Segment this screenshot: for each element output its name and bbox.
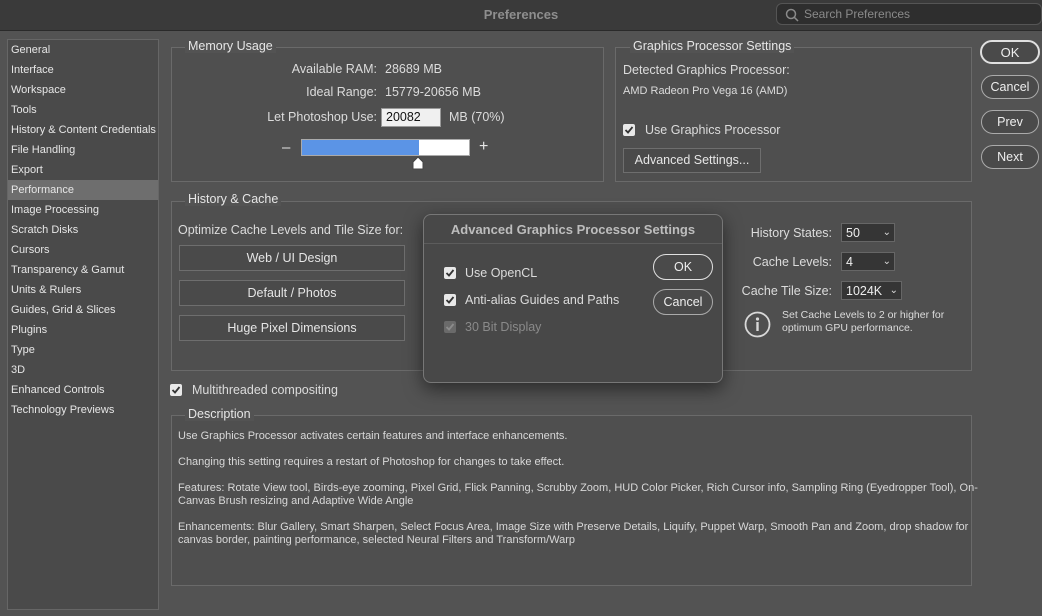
chevron-down-icon: ⌄ (882, 256, 891, 267)
ideal-range-label: Ideal Range: (306, 85, 377, 99)
description-label: Description (185, 407, 254, 421)
dialog-title: Advanced Graphics Processor Settings (450, 222, 696, 237)
history-states-value: 50 (846, 226, 860, 240)
sidebar-item-3d[interactable]: 3D (8, 360, 158, 380)
memory-slider-thumb[interactable] (412, 156, 424, 175)
use-opencl-checkbox[interactable] (444, 267, 456, 279)
sidebar-item-performance[interactable]: Performance (8, 180, 158, 200)
info-icon (744, 311, 771, 343)
antialias-label: Anti-alias Guides and Paths (465, 293, 620, 307)
sidebar-item-cursors[interactable]: Cursors (8, 240, 158, 260)
ok-button[interactable]: OK (980, 40, 1040, 64)
cache-info-line-1: Set Cache Levels to 2 or higher for (782, 309, 945, 321)
30-bit-display-label: 30 Bit Display (465, 320, 542, 334)
dialog-cancel-button[interactable]: Cancel (653, 289, 713, 315)
cache-info-line-2: optimum GPU performance. (782, 322, 913, 334)
sidebar-item-tools[interactable]: Tools (8, 100, 158, 120)
sidebar-item-interface[interactable]: Interface (8, 60, 158, 80)
sidebar-item-history[interactable]: History & Content Credentials (8, 120, 158, 140)
cache-levels-value: 4 (846, 255, 853, 269)
detected-gpu-value: AMD Radeon Pro Vega 16 (AMD) (623, 85, 788, 97)
memory-percent-label: MB (70%) (449, 110, 505, 124)
sidebar-item-transparency[interactable]: Transparency & Gamut (8, 260, 158, 280)
use-opencl-label: Use OpenCL (465, 266, 538, 280)
huge-pixel-dimensions-button[interactable]: Huge Pixel Dimensions (179, 315, 405, 341)
cache-tile-size-select[interactable]: 1024K ⌄ (841, 281, 902, 300)
memory-slider-track[interactable] (301, 139, 470, 156)
description-features-line-2: Canvas Brush resizing and Adaptive Wide … (178, 495, 414, 507)
history-cache-label: History & Cache (185, 192, 282, 206)
sidebar-item-file-handling[interactable]: File Handling (8, 140, 158, 160)
multithreaded-checkbox[interactable] (170, 384, 182, 396)
graphics-processor-label: Graphics Processor Settings (630, 39, 795, 53)
dialog-ok-button[interactable]: OK (653, 254, 713, 280)
description-paragraph-1: Use Graphics Processor activates certain… (178, 430, 568, 442)
ideal-range-value: 15779-20656 MB (385, 85, 481, 99)
memory-amount-input[interactable]: 20082 (381, 108, 441, 127)
description-paragraph-2: Changing this setting requires a restart… (178, 456, 565, 468)
sidebar-item-technology-previews[interactable]: Technology Previews (8, 400, 158, 420)
use-gpu-label: Use Graphics Processor (645, 123, 781, 137)
cache-levels-select[interactable]: 4 ⌄ (841, 252, 895, 271)
sidebar-item-plugins[interactable]: Plugins (8, 320, 158, 340)
next-button[interactable]: Next (981, 145, 1039, 169)
preferences-sidebar: General Interface Workspace Tools Histor… (7, 39, 159, 610)
cache-tile-size-value: 1024K (846, 284, 883, 298)
multithreaded-label: Multithreaded compositing (192, 383, 338, 397)
sidebar-item-export[interactable]: Export (8, 160, 158, 180)
advanced-settings-button[interactable]: Advanced Settings... (623, 148, 761, 173)
search-icon (785, 8, 799, 22)
chevron-down-icon: ⌄ (889, 285, 898, 296)
default-photos-button[interactable]: Default / Photos (179, 280, 405, 306)
memory-decrease-button[interactable]: – (282, 139, 290, 156)
cancel-button[interactable]: Cancel (981, 75, 1039, 99)
description-enhancements-line-2: canvas border, painting performance, sel… (178, 534, 575, 546)
30-bit-display-checkbox[interactable] (444, 321, 456, 333)
antialias-checkbox[interactable] (444, 294, 456, 306)
use-gpu-checkbox[interactable] (623, 124, 635, 136)
sidebar-item-workspace[interactable]: Workspace (8, 80, 158, 100)
memory-increase-button[interactable]: + (479, 138, 488, 156)
available-ram-value: 28689 MB (385, 62, 442, 76)
detected-gpu-label: Detected Graphics Processor: (623, 63, 790, 77)
sidebar-item-enhanced-controls[interactable]: Enhanced Controls (8, 380, 158, 400)
sidebar-item-image-processing[interactable]: Image Processing (8, 200, 158, 220)
sidebar-item-general[interactable]: General (8, 40, 158, 60)
history-states-select[interactable]: 50 ⌄ (841, 223, 895, 242)
web-ui-design-button[interactable]: Web / UI Design (179, 245, 405, 271)
sidebar-item-guides-grid[interactable]: Guides, Grid & Slices (8, 300, 158, 320)
description-features-line-1: Features: Rotate View tool, Birds-eye zo… (178, 482, 978, 494)
cache-levels-label: Cache Levels: (752, 255, 832, 269)
available-ram-label: Available RAM: (291, 62, 377, 76)
sidebar-item-scratch-disks[interactable]: Scratch Disks (8, 220, 158, 240)
memory-usage-label: Memory Usage (185, 39, 276, 53)
memory-slider-fill (302, 140, 419, 155)
sidebar-item-units-rulers[interactable]: Units & Rulers (8, 280, 158, 300)
cache-tile-size-label: Cache Tile Size: (741, 284, 832, 298)
search-preferences-input[interactable]: Search Preferences (776, 3, 1042, 25)
description-enhancements-line-1: Enhancements: Blur Gallery, Smart Sharpe… (178, 521, 969, 533)
history-states-label: History States: (750, 226, 832, 240)
optimize-cache-label: Optimize Cache Levels and Tile Size for: (178, 223, 404, 237)
let-photoshop-use-label: Let Photoshop Use: (267, 110, 377, 124)
chevron-down-icon: ⌄ (882, 227, 891, 238)
advanced-gpu-settings-dialog: Advanced Graphics Processor Settings Use… (423, 214, 723, 383)
prev-button[interactable]: Prev (981, 110, 1039, 134)
search-placeholder: Search Preferences (804, 7, 911, 21)
sidebar-item-type[interactable]: Type (8, 340, 158, 360)
